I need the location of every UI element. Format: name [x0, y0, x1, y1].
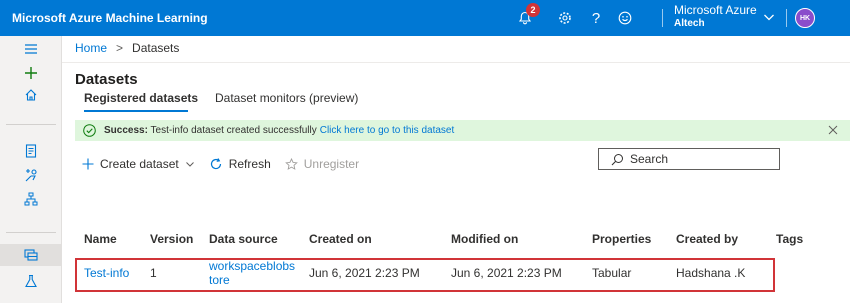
notification-count-badge: 2: [526, 3, 540, 17]
left-nav: [0, 36, 62, 303]
tab-registered-datasets[interactable]: Registered datasets: [84, 91, 198, 105]
nav-divider: [6, 232, 56, 233]
refresh-icon: [209, 157, 223, 171]
account-switcher[interactable]: Microsoft Azure Altech: [674, 4, 757, 30]
column-header-version[interactable]: Version: [150, 232, 193, 246]
refresh-button[interactable]: Refresh: [209, 157, 271, 171]
unregister-label: Unregister: [303, 157, 360, 171]
column-header-tags[interactable]: Tags: [776, 232, 803, 246]
experiments-icon: [25, 274, 37, 288]
designer-icon: [24, 192, 38, 206]
column-header-properties[interactable]: Properties: [592, 232, 651, 246]
chevron-down-icon: [185, 159, 195, 169]
account-chevron-button[interactable]: [762, 10, 776, 29]
user-avatar[interactable]: HK: [795, 8, 815, 28]
breadcrumb-separator: >: [116, 41, 124, 55]
row-highlight-annotation: [75, 258, 775, 292]
close-icon: [828, 125, 838, 135]
banner-text: Test-info dataset created successfully: [150, 125, 317, 136]
nav-create-new[interactable]: [0, 62, 62, 84]
nav-collapse-button[interactable]: [0, 38, 62, 60]
tab-dataset-monitors[interactable]: Dataset monitors (preview): [215, 91, 358, 105]
datasets-icon: [24, 249, 38, 261]
settings-button[interactable]: [554, 7, 576, 29]
search-icon: [611, 153, 624, 166]
banner-prefix: Success:: [104, 125, 148, 136]
command-bar: Create dataset Refresh Unregister: [82, 153, 359, 175]
create-dataset-label: Create dataset: [100, 157, 179, 171]
nav-experiments[interactable]: [0, 270, 62, 292]
success-banner: Success: Test-info dataset created succe…: [75, 120, 850, 141]
column-header-name[interactable]: Name: [84, 232, 117, 246]
plus-icon: [82, 158, 94, 170]
smiley-icon: [618, 11, 632, 25]
unregister-button[interactable]: Unregister: [284, 157, 360, 171]
feedback-button[interactable]: [614, 7, 636, 29]
top-bar: Microsoft Azure Machine Learning 2 ? Mic…: [0, 0, 850, 36]
account-name: Microsoft Azure: [674, 3, 757, 17]
refresh-label: Refresh: [228, 157, 271, 171]
question-mark-icon: ?: [591, 9, 601, 27]
gear-icon: [559, 12, 571, 24]
nav-automated-ml[interactable]: [0, 164, 62, 186]
header-divider: [62, 62, 850, 63]
hamburger-icon: [25, 44, 37, 54]
star-icon: [284, 157, 298, 171]
page-title: Datasets: [75, 71, 138, 88]
column-header-created-on[interactable]: Created on: [309, 232, 372, 246]
column-header-created-by[interactable]: Created by: [676, 232, 738, 246]
account-directory: Altech: [674, 18, 705, 29]
create-dataset-button[interactable]: Create dataset: [82, 157, 195, 171]
notifications-button[interactable]: 2: [514, 3, 540, 29]
breadcrumb: Home > Datasets: [75, 41, 179, 55]
breadcrumb-home-link[interactable]: Home: [75, 41, 107, 55]
notebook-icon: [25, 144, 37, 158]
nav-home[interactable]: [0, 84, 62, 106]
nav-divider: [6, 124, 56, 125]
chevron-down-icon: [764, 14, 774, 21]
banner-message: Success: Test-info dataset created succe…: [104, 125, 317, 136]
topbar-divider: [786, 9, 787, 27]
column-header-modified-on[interactable]: Modified on: [451, 232, 518, 246]
column-header-data-source[interactable]: Data source: [209, 232, 278, 246]
check-circle-icon: [83, 124, 96, 137]
go-to-dataset-link[interactable]: Click here to go to this dataset: [320, 125, 455, 136]
search-input[interactable]: [630, 152, 770, 166]
search-box[interactable]: [598, 148, 780, 170]
app-title[interactable]: Microsoft Azure Machine Learning: [12, 11, 208, 25]
help-button[interactable]: ?: [585, 7, 607, 29]
topbar-divider: [662, 9, 663, 27]
plus-icon: [25, 67, 37, 79]
home-icon: [25, 89, 37, 101]
nav-designer[interactable]: [0, 188, 62, 210]
breadcrumb-current: Datasets: [132, 41, 180, 55]
tab-selected-indicator: [84, 110, 188, 112]
nav-notebooks[interactable]: [0, 140, 62, 162]
nav-datasets[interactable]: [0, 244, 62, 266]
banner-close-button[interactable]: [827, 124, 839, 136]
automl-icon: [25, 169, 37, 182]
